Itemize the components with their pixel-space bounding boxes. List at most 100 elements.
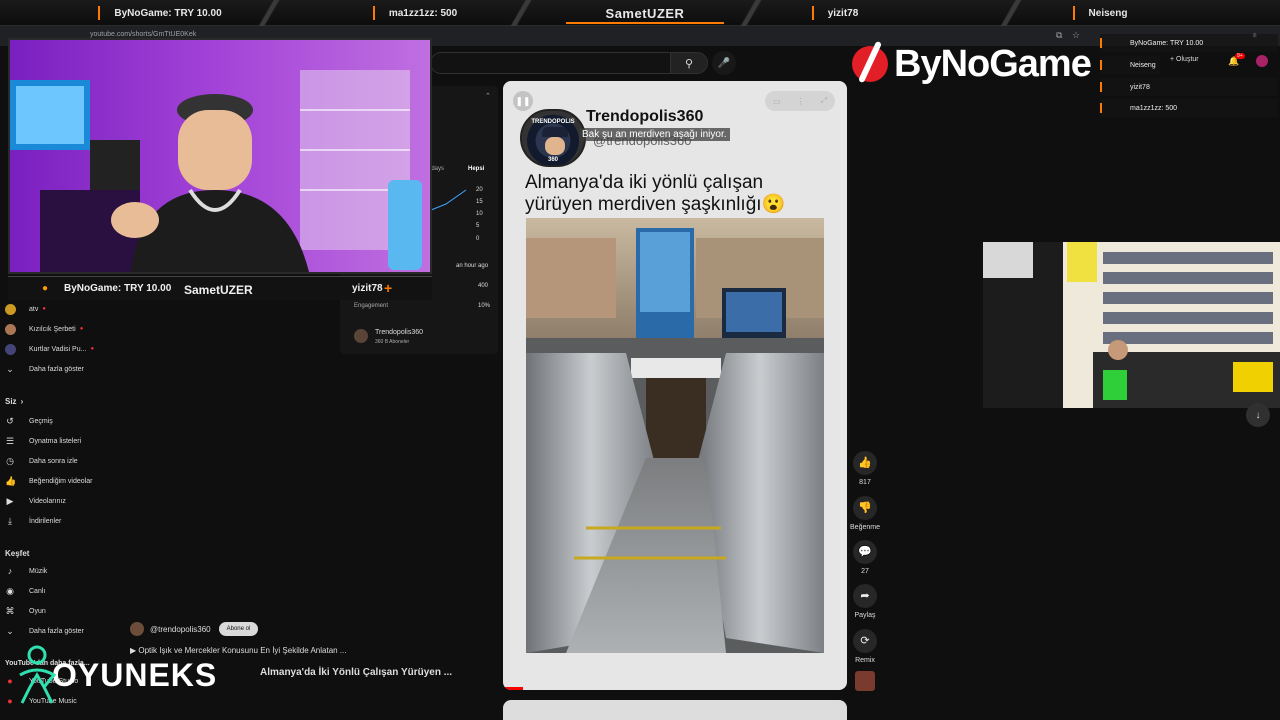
last-donation: ByNoGame: TRY 10.00 — [64, 283, 172, 294]
sidebar-item-gaming[interactable]: ⌘ Oyun — [5, 604, 46, 618]
pause-icon: ❚❚ — [515, 95, 531, 106]
axis-tick: 15 — [476, 199, 483, 205]
thumbs-up-icon: 👍 — [853, 451, 877, 475]
search-input[interactable] — [430, 52, 670, 74]
owner-handle[interactable]: @trendopolis360 — [150, 625, 211, 634]
sound-thumbnail[interactable] — [855, 671, 875, 691]
ticker-text: yizit78 — [827, 7, 859, 19]
channel-avatar[interactable] — [130, 622, 144, 636]
sidebar-item-liked[interactable]: 👍 Beğendiğim videolar — [5, 474, 92, 488]
sidebar-item-watch-later[interactable]: ◷ Daha sonra izle — [5, 454, 78, 468]
comment-icon: 💬 — [853, 540, 877, 564]
captions-icon[interactable]: ▭ — [773, 97, 781, 106]
ticker-marker-icon — [1072, 6, 1083, 20]
sidebar-item-music[interactable]: ♪ Müzik — [5, 564, 48, 578]
sidebar-item-live[interactable]: ◉ Canlı — [5, 584, 45, 598]
history-icon: ↺ — [6, 416, 14, 426]
sidebar-item-your-videos[interactable]: ▶ Videolarınız — [5, 494, 66, 508]
sidebar-item-playlists[interactable]: ☰ Oynatma listeleri — [5, 434, 81, 448]
sidebar-item-downloads[interactable]: ⤓ İndirilenler — [5, 514, 61, 528]
last-follower: yizit78 — [352, 283, 383, 294]
address-bar[interactable]: youtube.com/shorts/GmTtUE0Kek — [90, 31, 196, 38]
sidebar-show-more[interactable]: ⌄ Daha fazla göster — [5, 624, 84, 638]
notifications-bell-icon[interactable]: 🔔 9+ — [1228, 53, 1245, 67]
donation-ticker: ByNoGame: TRY 10.00 ma1zz1zz: 500 SametU… — [0, 0, 1280, 26]
sidebar-subscription[interactable]: Kızılcık Şerbeti ● — [5, 322, 83, 336]
arrow-down-icon: ↓ — [1255, 409, 1261, 421]
oyuneks-logo: OYUNEKS — [12, 640, 217, 710]
post-author-name: Trendopolis360 — [586, 108, 704, 125]
caption-subtitle: Bak şu an merdiven aşağı iniyor. — [579, 128, 730, 141]
ticker-text: ma1zz1zz: 500 — [388, 7, 458, 19]
axis-tick: 10 — [476, 211, 483, 217]
like-button[interactable]: 👍 817 — [848, 451, 882, 486]
filter-all-chip[interactable]: Hepsi — [468, 166, 484, 172]
remix-button[interactable]: ⟳ Remix — [848, 629, 882, 664]
ticker-item: yizit78 — [760, 0, 910, 26]
voice-search-button[interactable]: 🎤 — [712, 51, 736, 75]
streamer-name: SametUZER — [184, 283, 253, 297]
clock-icon: ◷ — [6, 456, 14, 466]
axis-tick: 5 — [476, 223, 480, 229]
stat-value: 400 — [478, 283, 489, 289]
donation-list-item: ma1zz1zz: 500 — [1100, 99, 1278, 117]
sidebar-subscription[interactable]: Kurtlar Vadisi Pu... ● — [5, 342, 94, 356]
music-note-icon: ♪ — [7, 566, 13, 576]
ticker-marker-icon — [98, 6, 108, 20]
store-camera — [983, 242, 1280, 408]
share-arrow-icon: ➦ — [853, 584, 877, 608]
logo-text-top: TRENDOPOLIS — [531, 119, 575, 125]
fullscreen-icon[interactable]: ⤢ — [821, 96, 827, 106]
more-options-icon[interactable]: ⋮ — [797, 97, 805, 106]
playlist-icon: ☰ — [5, 436, 15, 446]
donation-list-item: Neiseng — [1100, 56, 1160, 74]
playback-progress[interactable] — [503, 687, 523, 690]
channel-name[interactable]: Trendopolis360 — [375, 329, 423, 336]
pause-button[interactable]: ❚❚ — [513, 91, 533, 111]
channel-avatar — [5, 323, 16, 335]
thumbs-down-icon: 👎 — [853, 496, 877, 520]
webcam-info-bar: ● ByNoGame: TRY 10.00 SametUZER yizit78 … — [8, 276, 432, 300]
video-icon: ▶ — [6, 496, 14, 506]
sidebar-show-more[interactable]: ⌄ Daha fazla göster — [5, 362, 84, 376]
chevron-down-icon: ⌄ — [6, 364, 14, 374]
next-short-preview[interactable] — [503, 700, 847, 720]
live-broadcast-icon: ◉ — [6, 586, 14, 596]
notification-count-badge: 9+ — [1235, 53, 1245, 59]
ticker-marker-icon — [372, 6, 383, 20]
collapse-chevron-icon[interactable]: ⌃ — [485, 92, 491, 100]
escalator-video-frame — [526, 218, 824, 653]
subscribe-button[interactable]: Abone ol — [218, 622, 259, 636]
donation-list-item: yizit78 — [1100, 78, 1278, 96]
stream-screen: ByNoGame: TRY 10.00 ma1zz1zz: 500 SametU… — [0, 0, 1280, 720]
sidebar-you-header[interactable]: Siz › — [5, 394, 23, 408]
views-sparkline — [426, 189, 467, 213]
ticker-item: Neiseng — [1020, 0, 1180, 26]
channel-avatar — [5, 303, 16, 315]
bynogame-wordmark: ByNoGame — [894, 42, 1092, 85]
sidebar-item-history[interactable]: ↺ Geçmiş — [5, 414, 53, 428]
oyuneks-mark-icon — [19, 645, 57, 704]
donation-list-item: ByNoGame: TRY 10.00 — [1100, 34, 1278, 52]
channel-avatar — [354, 329, 368, 343]
microphone-icon: 🎤 — [717, 57, 731, 69]
search-button[interactable]: ⚲ — [670, 52, 708, 74]
sidebar-explore-header: Keşfet — [5, 548, 30, 558]
sidebar-subscription[interactable]: atv ● — [5, 302, 46, 316]
live-indicator-icon: ● — [90, 346, 95, 352]
ticker-streamer-name: SametUZER — [560, 0, 730, 26]
scroll-down-button[interactable]: ↓ — [1246, 403, 1270, 427]
dislike-button[interactable]: 👎 Beğenme — [848, 496, 882, 531]
download-icon: ⤓ — [8, 516, 12, 526]
coin-icon: ● — [42, 283, 49, 294]
comments-button[interactable]: 💬 27 — [848, 540, 882, 575]
avatar[interactable] — [1256, 55, 1268, 67]
live-indicator-icon: ● — [42, 306, 46, 312]
share-button[interactable]: ➦ Paylaş — [848, 584, 882, 619]
chevron-down-icon: ⌄ — [6, 626, 14, 636]
short-owner-row: @trendopolis360 Abone ol — [130, 620, 259, 638]
related-video-title[interactable]: Almanya'da İki Yönlü Çalışan Yürüyen ... — [260, 667, 452, 678]
create-button[interactable]: + Oluştur — [1170, 56, 1199, 63]
subscriber-count: 360 B Aboneler — [375, 339, 410, 345]
shorts-player[interactable]: ❚❚ ▭⋮⤢ TRENDOPOLIS 360 Trendopolis360 @t… — [503, 81, 847, 690]
